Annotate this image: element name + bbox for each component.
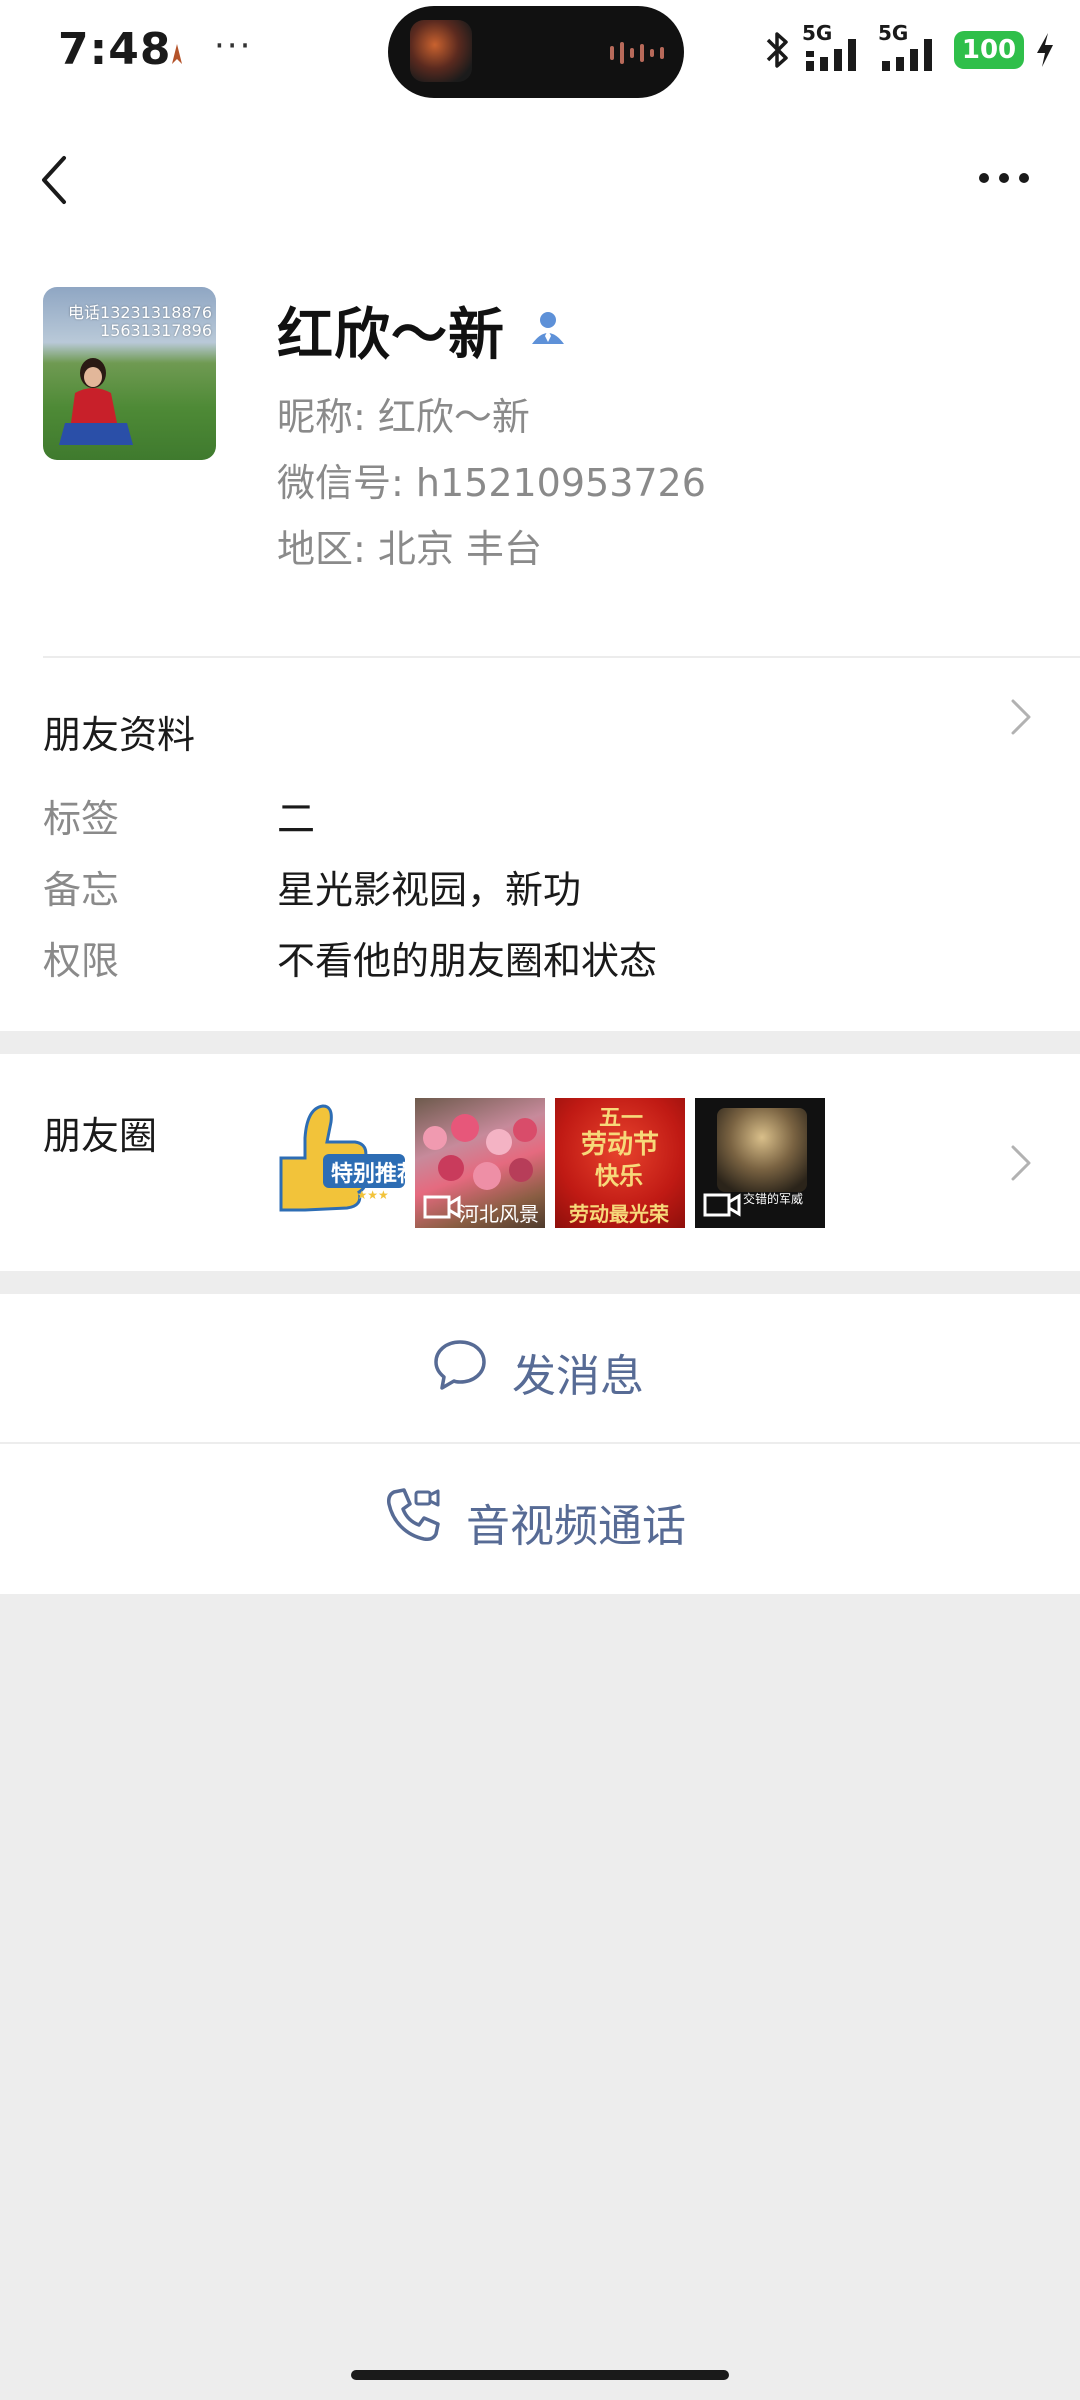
chevron-right-icon xyxy=(1011,1145,1031,1181)
avatar-person-figure xyxy=(59,358,133,445)
phone-video-icon xyxy=(387,1488,440,1541)
permission-value: 不看他的朋友圈和状态 xyxy=(277,939,658,983)
thumb-4-caption: 交错的军威 xyxy=(743,1192,804,1206)
section-gap xyxy=(0,1031,1080,1054)
friend-info-title: 朋友资料 xyxy=(43,713,196,757)
moments-thumb-3: 五一 劳动节 快乐 劳动最光荣 xyxy=(555,1098,685,1228)
memo-value: 星光影视园，新功 xyxy=(277,868,582,912)
thumb-3-caption-mid2: 快乐 xyxy=(595,1162,643,1190)
moments-thumb-1: 特别推荐 ★★★★★ xyxy=(275,1098,405,1228)
av-call-label: 音视频通话 xyxy=(466,1501,686,1552)
thumb-3-caption-bottom: 劳动最光荣 xyxy=(569,1202,669,1226)
charging-bolt-icon xyxy=(1037,33,1053,67)
nickname: 昵称: 红欣～新 xyxy=(277,395,530,439)
tag-value: 二 xyxy=(277,797,316,841)
section-gap xyxy=(0,1271,1080,1294)
audio-wave-icon xyxy=(610,42,664,64)
wechat-id[interactable]: 微信号: h15210953726 xyxy=(277,452,706,507)
back-chevron-icon[interactable] xyxy=(34,150,74,210)
avatar[interactable]: 电话13231318876 15631317896 xyxy=(43,287,216,460)
battery-indicator: 100 xyxy=(954,31,1024,69)
chat-bubble-icon xyxy=(434,1340,486,1390)
home-indicator[interactable] xyxy=(351,2370,729,2380)
location-arrow-icon xyxy=(172,44,182,64)
thumb-1-stars: ★★★★★ xyxy=(335,1188,389,1202)
more-dots-icon[interactable] xyxy=(976,160,1032,196)
permission-label: 权限 xyxy=(43,939,120,983)
memo-label: 备忘 xyxy=(43,868,120,912)
status-dots: ··· xyxy=(214,26,253,66)
signal-5g-1: 5G xyxy=(802,21,868,73)
av-call-button[interactable]: 音视频通话 xyxy=(0,1444,1080,1592)
region: 地区: 北京 丰台 xyxy=(277,527,542,571)
signal-5g-2: 5G xyxy=(878,21,944,73)
status-indicators: 5G 5G 100 xyxy=(762,21,1056,76)
moments-thumb-4: 交错的军威 xyxy=(695,1098,825,1228)
dynamic-island[interactable] xyxy=(388,6,684,98)
status-time: 7:48 xyxy=(58,24,172,75)
avatar-text-line-2: 15631317896 xyxy=(100,321,212,340)
moments-title: 朋友圈 xyxy=(43,1114,158,1158)
tag-label: 标签 xyxy=(43,797,120,841)
contact-person-icon xyxy=(532,312,564,344)
divider xyxy=(43,656,1080,658)
now-playing-artwork xyxy=(410,20,472,82)
avatar-text-line-1: 电话13231318876 xyxy=(68,303,212,322)
send-message-label: 发消息 xyxy=(512,1351,644,1402)
profile-name: 红欣～新 xyxy=(277,303,505,368)
video-icon xyxy=(703,1193,741,1217)
moments-thumb-2: 河北风景 xyxy=(415,1098,545,1228)
chevron-right-icon xyxy=(1011,699,1031,735)
status-bar: 7:48 ··· 5G 5G 100 xyxy=(0,0,1080,100)
bluetooth-icon xyxy=(766,32,788,68)
thumb-4-artwork xyxy=(717,1108,807,1192)
send-message-button[interactable]: 发消息 xyxy=(0,1294,1080,1442)
thumb-1-caption: 特别推荐 xyxy=(331,1162,405,1187)
video-icon xyxy=(423,1195,461,1219)
thumb-2-caption: 河北风景 xyxy=(459,1202,539,1226)
